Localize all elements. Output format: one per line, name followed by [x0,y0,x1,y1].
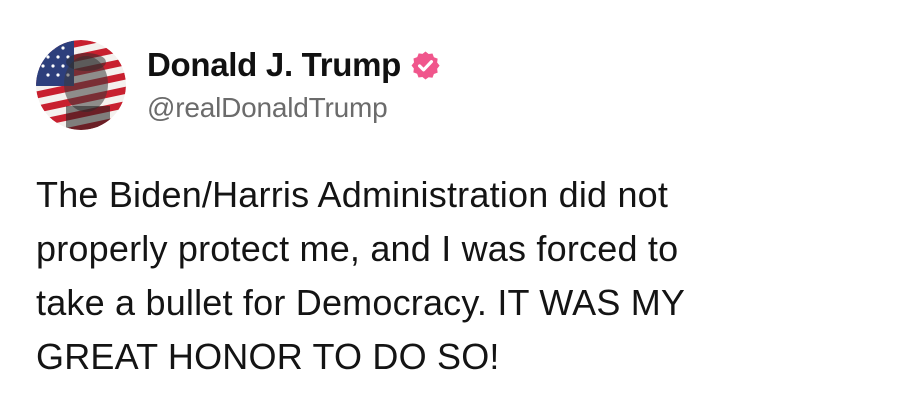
verified-badge-icon [410,50,441,81]
author-name-row: Donald J. Trump [147,42,441,88]
post-line: take a bullet for Democracy. IT WAS MY [36,282,686,323]
post-body: The Biden/Harris Administration did not … [36,168,896,384]
post-line: properly protect me, and I was forced to [36,228,679,269]
post-line: GREAT HONOR TO DO SO! [36,336,500,377]
avatar[interactable] [36,40,126,130]
post-line: The Biden/Harris Administration did not [36,174,669,215]
flag-portrait-avatar-icon [36,40,126,130]
post-card: Donald J. Trump @realDonaldTrump The Bid… [0,0,905,412]
display-name[interactable]: Donald J. Trump [147,46,401,84]
author-handle[interactable]: @realDonaldTrump [147,92,388,124]
